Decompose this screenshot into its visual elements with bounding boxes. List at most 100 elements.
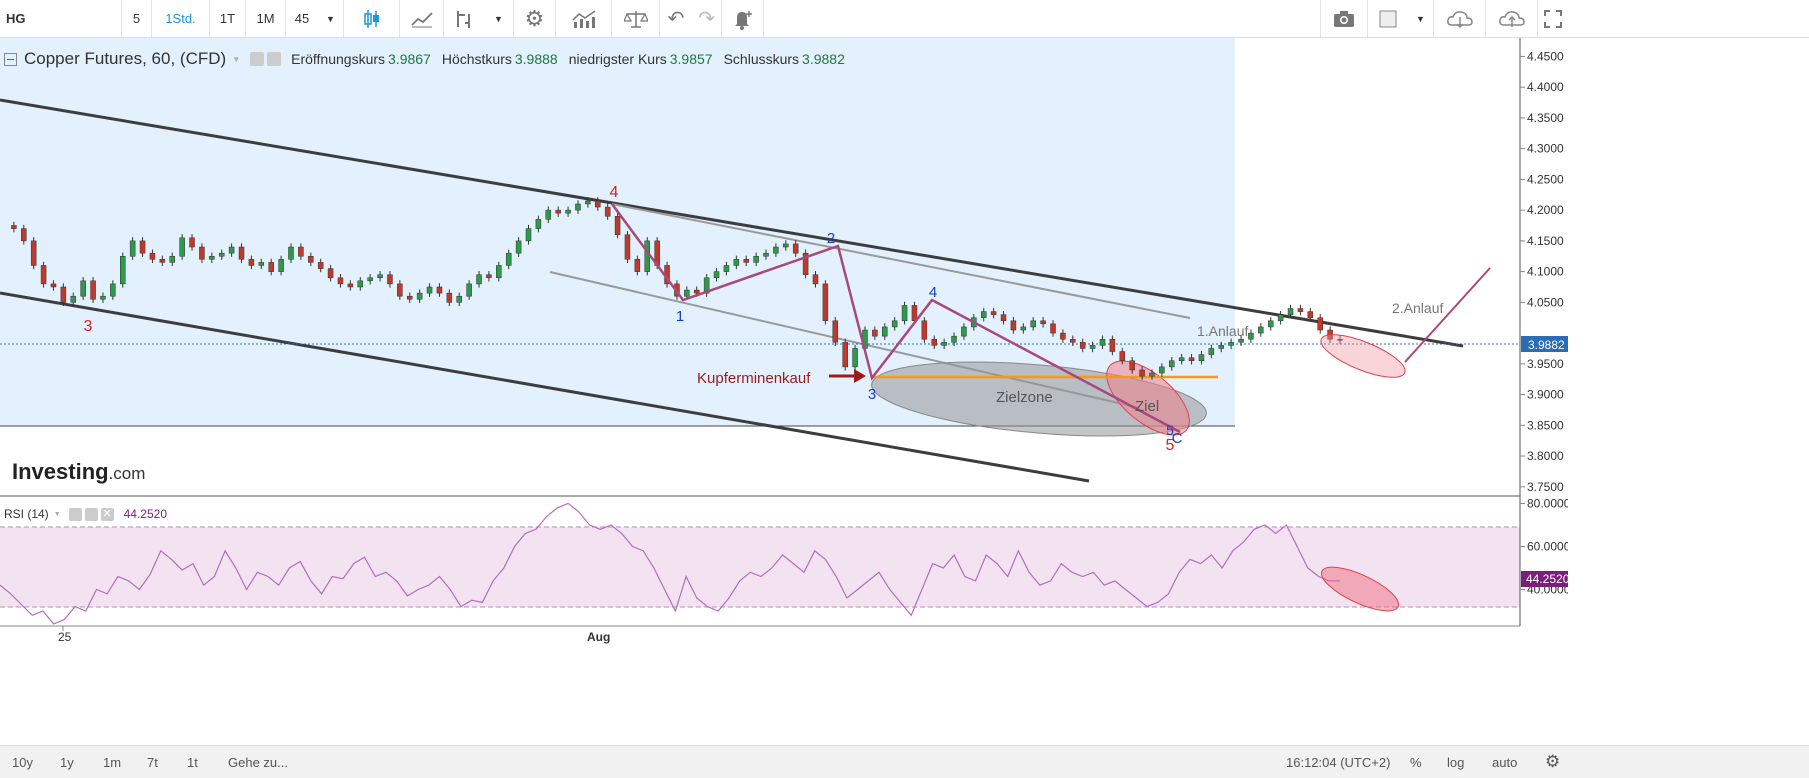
candle-body <box>901 305 908 322</box>
eye-icon[interactable] <box>250 52 265 66</box>
draw-tools-button[interactable] <box>444 0 484 37</box>
scale-button[interactable] <box>612 0 660 37</box>
rsi-band <box>0 527 1520 607</box>
candle-body <box>891 320 898 328</box>
alert-button[interactable] <box>722 0 764 37</box>
load-button[interactable] <box>1434 0 1486 37</box>
interval-1d[interactable]: 1T <box>210 0 246 37</box>
anlauf1-label: 1.Anlauf <box>1197 323 1248 339</box>
range-10y[interactable]: 10y <box>12 746 33 778</box>
candle-body <box>426 286 433 294</box>
draw-tool-icon <box>457 10 470 28</box>
goto-label: Gehe zu... <box>228 754 288 770</box>
candle-body <box>120 255 126 285</box>
candle-body <box>575 203 581 211</box>
range-1t[interactable]: 1t <box>187 746 198 778</box>
compare-button[interactable] <box>556 0 612 37</box>
settings-small-icon[interactable] <box>267 52 282 66</box>
candle-body <box>476 274 482 285</box>
candle-body <box>199 246 205 260</box>
price-tick-label: 4.3500 <box>1527 111 1564 125</box>
range-7t[interactable]: 7t <box>147 746 158 778</box>
auto-toggle[interactable]: auto <box>1492 746 1517 778</box>
candlestick-icon <box>363 9 379 28</box>
interval-45[interactable]: 45 <box>286 0 318 37</box>
candle-body <box>872 329 878 337</box>
candle-body <box>1277 314 1284 322</box>
clock-label: 16:12:04 (UTC+2) <box>1286 754 1391 770</box>
candle-body <box>1079 342 1086 349</box>
chart-title: Copper Futures, 60, (CFD) <box>24 49 227 68</box>
candle-body <box>545 209 552 220</box>
save-button[interactable] <box>1486 0 1538 37</box>
chart-canvas[interactable]: 3 4 1 2 3 4 5 C 5 Kupferminenkauf Zielzo… <box>0 38 1568 745</box>
wave-label-2: 2 <box>827 230 835 247</box>
fullscreen-button[interactable] <box>1538 0 1568 37</box>
candle-body <box>446 292 453 303</box>
candle-body <box>436 286 443 294</box>
open-label: Eröffnungskurs <box>291 51 386 67</box>
layout-button[interactable] <box>1368 0 1408 37</box>
candle-body <box>1060 332 1066 340</box>
symbol-input[interactable]: HG <box>0 0 122 37</box>
high-label: Höchstkurs <box>441 51 512 67</box>
undo-icon: ↶ <box>667 8 685 30</box>
log-toggle[interactable]: log <box>1447 746 1464 778</box>
candle-body <box>990 311 997 315</box>
candle-body <box>1149 372 1155 377</box>
candle-body <box>733 259 740 266</box>
interval-1m[interactable]: 1M <box>246 0 286 37</box>
candle-body <box>179 237 185 257</box>
screenshot-button[interactable] <box>1320 0 1368 37</box>
candle-body <box>1010 320 1017 331</box>
candle-body <box>505 252 512 266</box>
candle-body <box>357 280 364 288</box>
candle-body <box>713 271 720 279</box>
goto-button[interactable]: Gehe zu... <box>228 746 288 778</box>
eye-icon[interactable] <box>68 507 82 521</box>
high-value: 3.9888 <box>514 51 558 67</box>
candle-body <box>1050 323 1056 334</box>
candle-body <box>684 289 690 297</box>
interval-dropdown[interactable]: ▼ <box>318 0 344 37</box>
candle-body <box>30 240 37 266</box>
candle-body <box>149 252 156 260</box>
percent-toggle[interactable]: % <box>1410 746 1422 778</box>
settings-button[interactable]: ⚙ <box>514 0 556 37</box>
cloud-download-icon <box>1446 10 1473 28</box>
interval-1h[interactable]: 1Std. <box>152 0 210 37</box>
low-value: 3.9857 <box>669 51 713 67</box>
undo-button[interactable]: ↶ <box>660 0 692 37</box>
draw-tools-dropdown[interactable]: ▼ <box>484 0 514 37</box>
settings-small-icon[interactable] <box>84 507 98 521</box>
candle-body <box>1099 338 1106 346</box>
candle-body <box>852 348 858 368</box>
close-icon[interactable]: ✕ <box>100 507 114 521</box>
layout-dropdown[interactable]: ▼ <box>1408 0 1434 37</box>
chevron-down-icon[interactable]: ▼ <box>232 55 240 64</box>
cloud-upload-icon <box>1498 10 1525 27</box>
candle-body <box>1169 360 1175 368</box>
candle-style-button[interactable] <box>344 0 400 37</box>
bottom-settings-button[interactable]: ⚙ <box>1545 746 1560 778</box>
price-tick-label: 3.7500 <box>1527 480 1564 494</box>
indicator-button[interactable] <box>400 0 444 37</box>
candle-body <box>80 280 86 297</box>
chevron-down-icon[interactable]: ▼ <box>54 511 61 518</box>
clock-display[interactable]: 16:12:04 (UTC+2) <box>1286 746 1390 778</box>
candle-body <box>1119 351 1126 362</box>
candle-body <box>753 255 759 263</box>
range-1m[interactable]: 1m <box>103 746 121 778</box>
candle-body <box>1248 332 1254 340</box>
redo-button[interactable]: ↷ <box>692 0 722 37</box>
interval-5[interactable]: 5 <box>122 0 152 37</box>
anlauf2-label: 2.Anlauf <box>1392 300 1443 316</box>
range-1y[interactable]: 1y <box>60 746 74 778</box>
interval-label: 5 <box>132 11 141 26</box>
log-label: log <box>1447 754 1465 770</box>
candle-body <box>268 262 274 272</box>
range-label: 10y <box>12 754 33 770</box>
candle-body <box>1020 326 1027 331</box>
chevron-down-icon: ▼ <box>494 13 503 24</box>
collapse-icon[interactable] <box>4 52 17 66</box>
